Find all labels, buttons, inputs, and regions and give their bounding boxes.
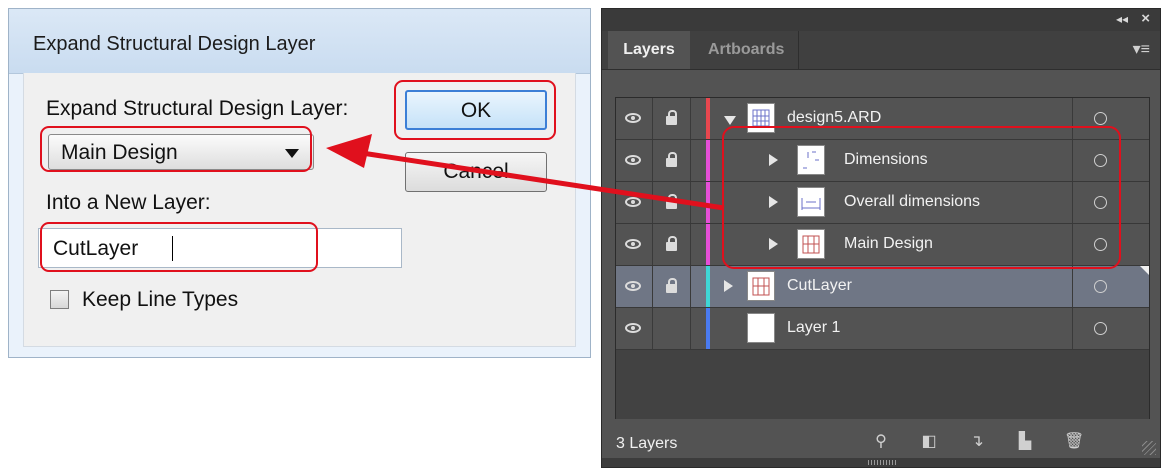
pointer-arrow	[326, 134, 725, 211]
